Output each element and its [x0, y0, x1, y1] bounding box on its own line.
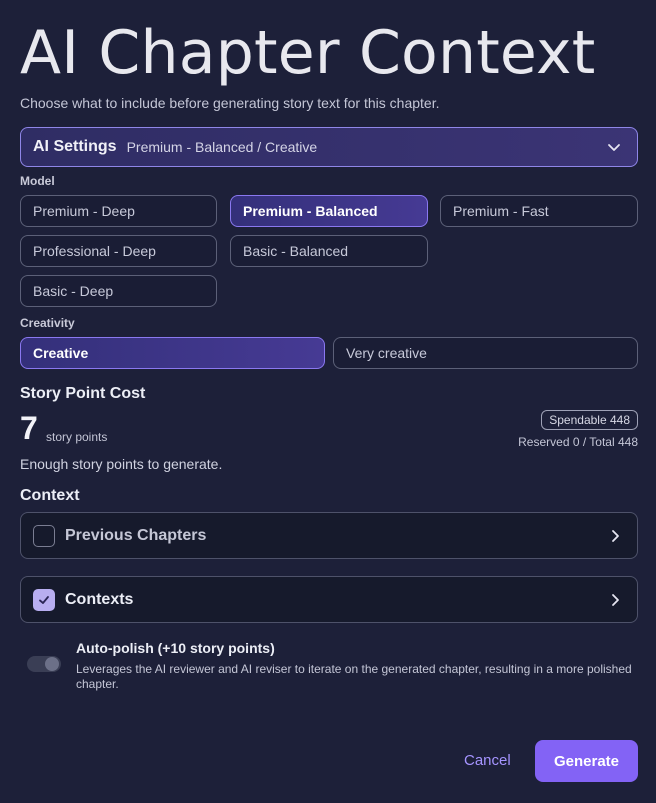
chevron-down-icon — [608, 144, 620, 151]
generate-button[interactable]: Generate — [535, 740, 638, 782]
ai-settings-value: Premium - Balanced / Creative — [126, 139, 318, 155]
checkmark-icon — [39, 595, 49, 604]
context-item-label: Contexts — [65, 590, 134, 608]
cost-status: Enough story points to generate. — [20, 456, 223, 472]
model-option-professional-deep[interactable]: Professional - Deep — [20, 235, 217, 267]
chevron-right-icon — [612, 594, 619, 606]
context-heading: Context — [20, 487, 80, 504]
page-title: AI Chapter Context — [20, 18, 596, 88]
chevron-right-icon — [612, 530, 619, 542]
cancel-button[interactable]: Cancel — [464, 752, 511, 769]
creativity-option-very-creative[interactable]: Very creative — [333, 337, 638, 369]
auto-polish-toggle[interactable] — [27, 656, 61, 672]
model-option-premium-balanced[interactable]: Premium - Balanced — [230, 195, 428, 227]
model-option-premium-deep[interactable]: Premium - Deep — [20, 195, 217, 227]
model-option-basic-balanced[interactable]: Basic - Balanced — [230, 235, 428, 267]
context-item-contexts[interactable]: Contexts — [20, 576, 638, 623]
toggle-knob — [45, 657, 59, 671]
creativity-label: Creativity — [20, 316, 75, 330]
auto-polish-description: Leverages the AI reviewer and AI reviser… — [76, 662, 632, 691]
model-option-basic-deep[interactable]: Basic - Deep — [20, 275, 217, 307]
checkbox-contexts[interactable] — [33, 588, 55, 611]
story-point-cost-heading: Story Point Cost — [20, 385, 146, 402]
page-subtitle: Choose what to include before generating… — [20, 95, 440, 111]
model-option-premium-fast[interactable]: Premium - Fast — [440, 195, 638, 227]
checkbox-previous-chapters[interactable] — [33, 524, 55, 547]
model-label: Model — [20, 174, 55, 188]
context-item-label: Previous Chapters — [65, 526, 207, 544]
auto-polish-title: Auto-polish (+10 story points) — [76, 640, 275, 656]
reserved-total: Reserved 0 / Total 448 — [518, 435, 638, 449]
cost-unit: story points — [46, 430, 108, 444]
ai-settings-label: AI Settings — [33, 138, 117, 155]
context-item-previous-chapters[interactable]: Previous Chapters — [20, 512, 638, 559]
ai-settings-dropdown[interactable]: AI Settings Premium - Balanced / Creativ… — [20, 127, 638, 167]
spendable-badge: Spendable 448 — [541, 410, 638, 430]
cost-value: 7 — [20, 410, 38, 446]
creativity-option-creative[interactable]: Creative — [20, 337, 325, 369]
